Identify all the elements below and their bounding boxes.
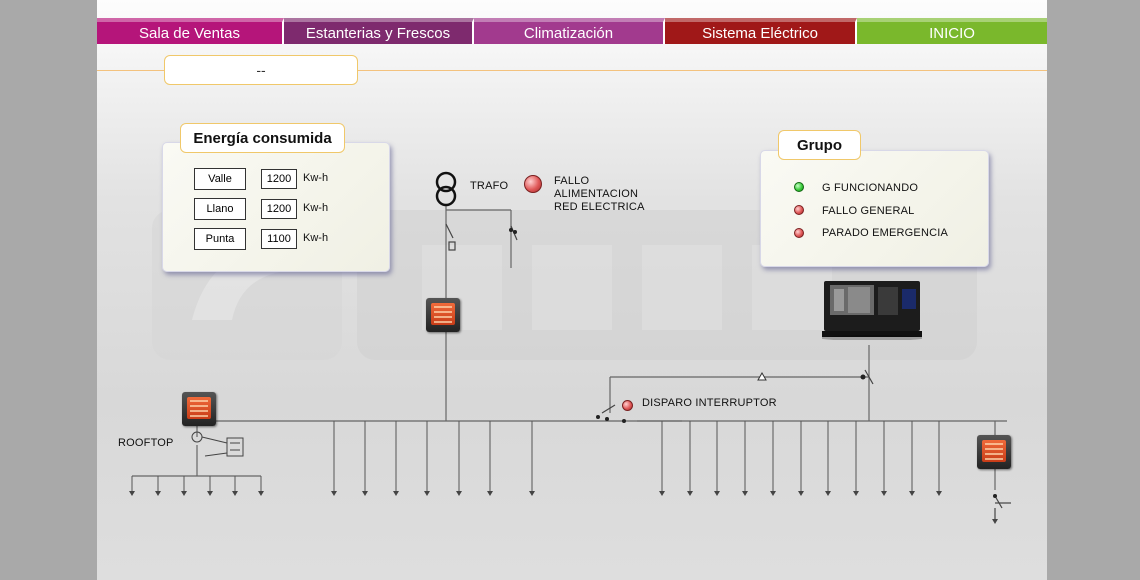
fallo-alimentacion-led: [524, 175, 542, 193]
rooftop-label: ROOFTOP: [118, 437, 174, 449]
transformer-icon: [435, 171, 457, 207]
fallo-label-line2: ALIMENTACION: [554, 188, 639, 200]
disparo-interruptor-label: DISPARO INTERRUPTOR: [642, 397, 777, 409]
power-meter-icon[interactable]: [426, 298, 460, 332]
fallo-label-line1: FALLO: [554, 175, 590, 187]
rooftop-device: [191, 431, 244, 457]
power-meter-icon[interactable]: [977, 435, 1011, 469]
app-stage: Sala de Ventas Estanterias y Frescos Cli…: [97, 0, 1047, 580]
generator-icon[interactable]: [822, 275, 922, 340]
fallo-label-line3: RED ELECTRICA: [554, 201, 645, 213]
power-meter-icon[interactable]: [182, 392, 216, 426]
disparo-interruptor-led: [622, 400, 633, 411]
trafo-label: TRAFO: [470, 180, 509, 192]
